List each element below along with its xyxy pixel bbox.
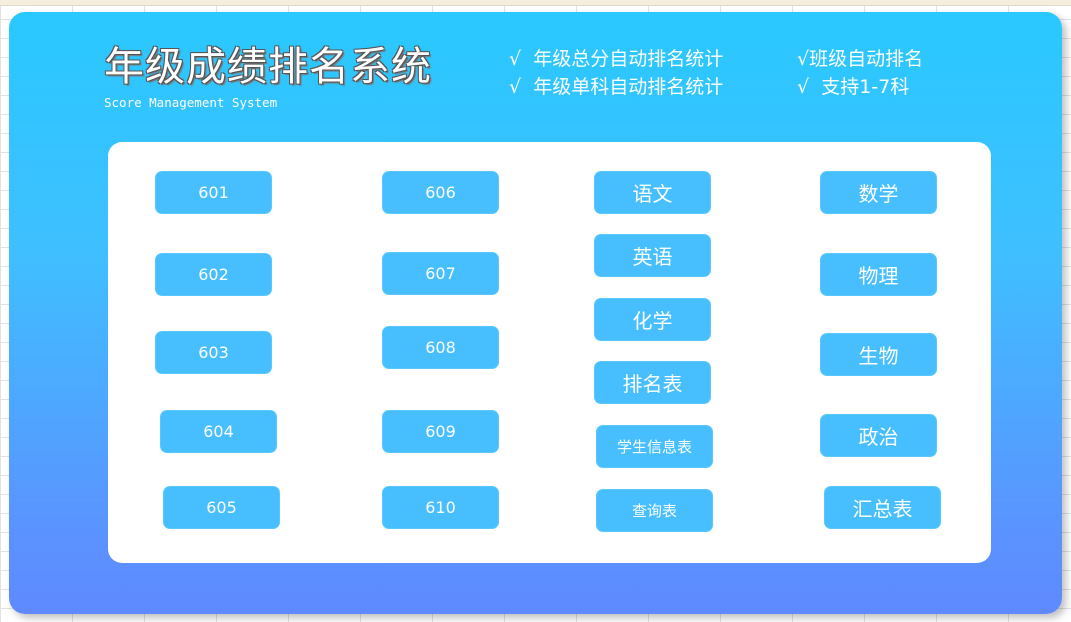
feature-label: 年级单科自动排名统计 [533, 76, 724, 98]
check-icon: √ [509, 76, 522, 98]
feature-item: √ 年级总分自动排名统计 [509, 44, 723, 71]
spreadsheet-column-header-strip [0, 0, 1071, 6]
feature-item: √班级自动排名 [797, 44, 923, 71]
feature-label: 班级自动排名 [809, 48, 924, 70]
class-button-603[interactable]: 603 [155, 331, 272, 374]
feature-label: 支持1-7科 [821, 76, 910, 98]
class-button-609[interactable]: 609 [382, 410, 499, 453]
feature-item: √ 年级单科自动排名统计 [509, 72, 723, 99]
class-button-607[interactable]: 607 [382, 252, 499, 295]
class-button-602[interactable]: 602 [155, 253, 272, 296]
subject-button-biology[interactable]: 生物 [820, 333, 937, 376]
page-title: 年级成绩排名系统 [104, 44, 432, 90]
feature-item: √ 支持1-7科 [797, 72, 909, 99]
class-button-608[interactable]: 608 [382, 326, 499, 369]
feature-label: 年级总分自动排名统计 [533, 48, 724, 70]
ranking-table-button[interactable]: 排名表 [594, 361, 711, 404]
subject-button-politics[interactable]: 政治 [820, 414, 937, 457]
subject-button-english[interactable]: 英语 [594, 234, 711, 277]
summary-table-button[interactable]: 汇总表 [824, 486, 941, 529]
check-icon: √ [509, 48, 522, 70]
class-button-605[interactable]: 605 [163, 486, 280, 529]
subject-button-math[interactable]: 数学 [820, 171, 937, 214]
check-icon: √ [797, 76, 810, 98]
class-button-606[interactable]: 606 [382, 171, 499, 214]
page-subtitle: Score Management System [104, 95, 278, 110]
subject-button-physics[interactable]: 物理 [820, 253, 937, 296]
check-icon: √ [797, 48, 810, 70]
student-info-table-button[interactable]: 学生信息表 [596, 425, 713, 468]
query-table-button[interactable]: 查询表 [596, 489, 713, 532]
class-button-601[interactable]: 601 [155, 171, 272, 214]
subject-button-chemistry[interactable]: 化学 [594, 298, 711, 341]
class-button-610[interactable]: 610 [382, 486, 499, 529]
class-button-604[interactable]: 604 [160, 410, 277, 453]
subject-button-chinese[interactable]: 语文 [594, 171, 711, 214]
